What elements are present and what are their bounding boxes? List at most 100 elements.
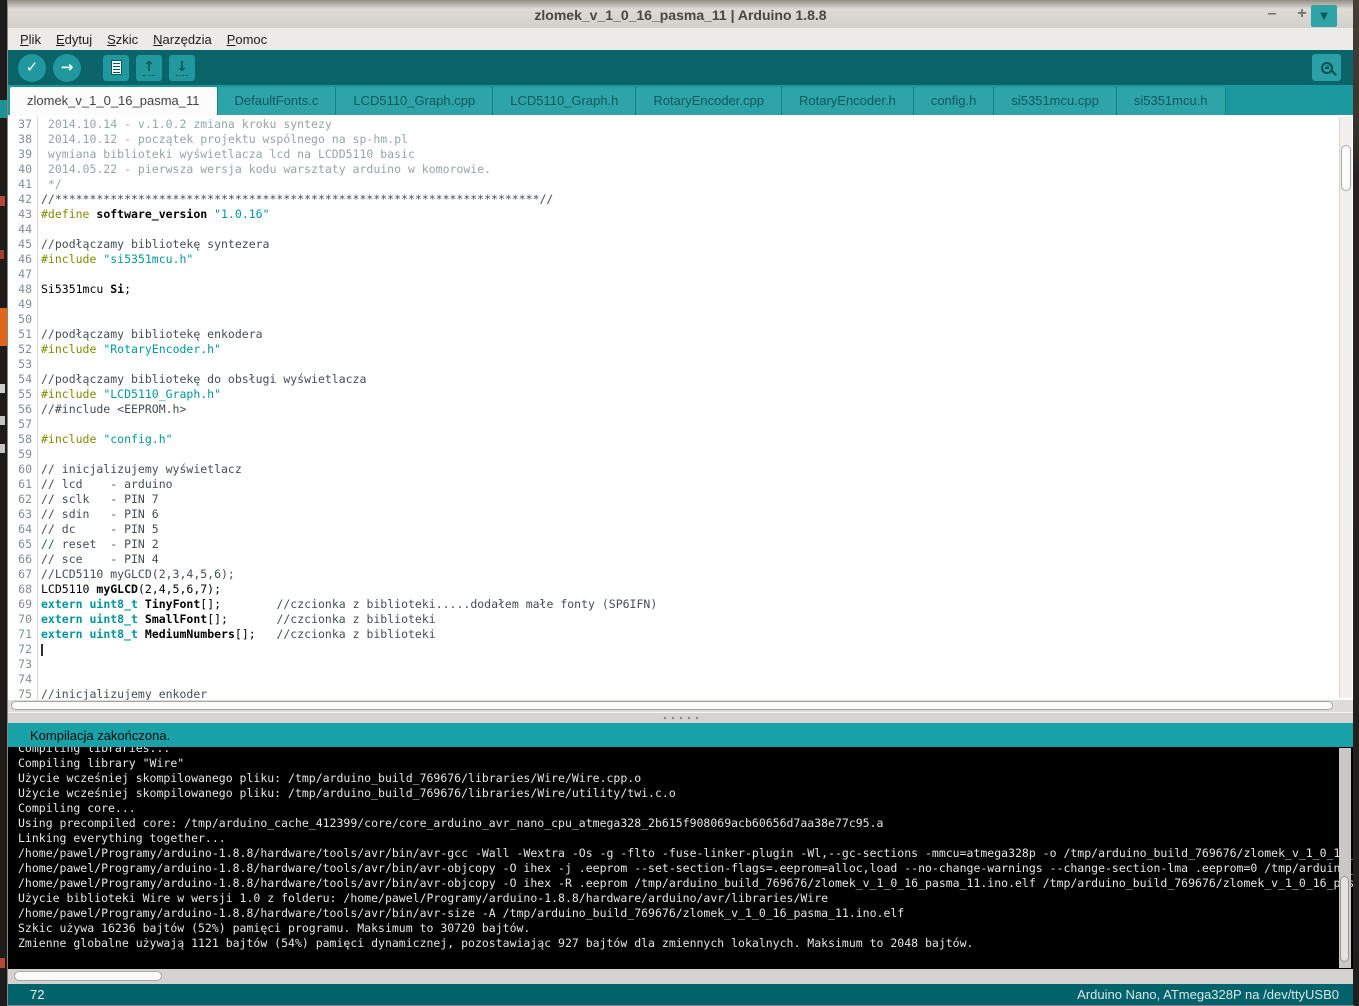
console-line: /home/pawel/Programy/arduino-1.8.8/hardw… (18, 906, 1353, 921)
line-number: 49 (8, 297, 37, 312)
tab-rotaryencoder-h[interactable]: RotaryEncoder.h (782, 87, 914, 115)
code-line: extern uint8_t SmallFont[]; //czcionka z… (41, 612, 1337, 627)
code-line: //podłączamy bibliotekę do obsługi wyświ… (41, 372, 1337, 387)
code-segment: // sdin - PIN 6 (41, 507, 159, 521)
code-line (41, 267, 1337, 282)
tab-zlomek-v-1-0-16-pasma-11[interactable]: zlomek_v_1_0_16_pasma_11 (10, 87, 218, 115)
code-line: // inicjalizujemy wyświetlacz (41, 462, 1337, 477)
console-vertical-scrollbar-thumb[interactable] (1340, 876, 1349, 962)
code-segment: #include (41, 432, 96, 446)
tab-lcd5110-graph-h[interactable]: LCD5110_Graph.h (493, 87, 636, 115)
tab-config-h[interactable]: config.h (914, 87, 995, 115)
code-segment: []; (207, 612, 276, 626)
tab-lcd5110-graph-cpp[interactable]: LCD5110_Graph.cpp (336, 87, 493, 115)
verify-button[interactable]: ✓ (18, 54, 46, 82)
tab-rotaryencoder-cpp[interactable]: RotaryEncoder.cpp (636, 87, 782, 115)
background-window-fragment (0, 416, 5, 425)
code-segment: // lcd - arduino (41, 477, 173, 491)
code-segment: //czcionka z biblioteki.....dodałem małe… (276, 597, 657, 611)
splitter[interactable] (8, 712, 1353, 723)
line-number: 47 (8, 267, 37, 282)
console-line: /home/pawel/Programy/arduino-1.8.8/hardw… (18, 846, 1353, 861)
code-segment: // sclk - PIN 7 (41, 492, 159, 506)
menu-pomoc[interactable]: Pomoc (227, 32, 267, 47)
console-horizontal-scrollbar[interactable] (8, 969, 1353, 984)
code-line: // sdin - PIN 6 (41, 507, 1337, 522)
tab-defaultfonts-c[interactable]: DefaultFonts.c (218, 87, 337, 115)
editor-vertical-scrollbar[interactable] (1339, 117, 1352, 698)
editor-horizontal-scrollbar[interactable] (8, 700, 1353, 712)
code-line: 2014.10.12 - początek projektu wspólnego… (41, 132, 1337, 147)
code-editor[interactable]: 3738394041424344454647484950515253545556… (8, 115, 1353, 700)
line-number: 37 (8, 117, 37, 132)
line-number: 66 (8, 552, 37, 567)
menu-plik[interactable]: Plik (20, 32, 41, 47)
code-line: //#include <EEPROM.h> (41, 402, 1337, 417)
line-number: 64 (8, 522, 37, 537)
code-line: // reset - PIN 2 (41, 537, 1337, 552)
code-line: Si5351mcu Si; (41, 282, 1337, 297)
code-segment: 2014.10.12 - początek projektu wspólnego… (41, 132, 408, 146)
code-segment: Si5351mcu (41, 282, 110, 296)
desktop-left-strip (0, 0, 8, 1005)
minimize-button[interactable]: – (1265, 5, 1279, 23)
editor-vertical-scrollbar-thumb[interactable] (1341, 145, 1351, 191)
code-segment: extern (41, 597, 83, 611)
line-number: 56 (8, 402, 37, 417)
console-horizontal-scrollbar-thumb[interactable] (14, 971, 162, 981)
new-sketch-button[interactable] (103, 55, 129, 81)
code-segment: 2014.10.14 - v.1.0.2 zmiana kroku syntez… (41, 117, 332, 131)
open-button[interactable]: ↑ (136, 55, 162, 81)
code-segment: myGLCD (96, 582, 138, 596)
save-button[interactable]: ↓ (169, 55, 195, 81)
menu-edytuj[interactable]: Edytuj (56, 32, 92, 47)
code-line: // dc - PIN 5 (41, 522, 1337, 537)
menu-szkic[interactable]: Szkic (107, 32, 138, 47)
code-line: //podłączamy bibliotekę syntezera (41, 237, 1337, 252)
code-segment: TinyFont (145, 597, 200, 611)
code-segment: //podłączamy bibliotekę do obsługi wyświ… (41, 372, 366, 386)
code-segment: #include (41, 342, 96, 356)
console-line: Zmienne globalne używają 1121 bajtów (54… (18, 936, 1353, 951)
tab-overflow-button[interactable]: ▼ (1311, 5, 1337, 27)
tab-si5351mcu-h[interactable]: si5351mcu.h (1117, 87, 1226, 115)
console-line: Compiling libraries... (18, 747, 1353, 756)
titlebar[interactable]: zlomek_v_1_0_16_pasma_11 | Arduino 1.8.8… (8, 0, 1353, 28)
line-number: 61 (8, 477, 37, 492)
editor-horizontal-scrollbar-thumb[interactable] (11, 701, 1333, 710)
toolbar-gap (88, 67, 96, 68)
menu-narzedzia[interactable]: Narzędzia (153, 32, 212, 47)
background-window-fragment (0, 196, 5, 206)
serial-monitor-button[interactable] (1312, 54, 1341, 81)
code-segment: // reset - PIN 2 (41, 537, 159, 551)
desktop-right-strip (1353, 0, 1359, 1005)
line-number: 58 (8, 432, 37, 447)
line-number: 53 (8, 357, 37, 372)
console-line: Użycie wcześniej skompilowanego pliku: /… (18, 786, 1353, 801)
tab-bar: zlomek_v_1_0_16_pasma_11DefaultFonts.cLC… (8, 85, 1353, 115)
console-line: Użycie wcześniej skompilowanego pliku: /… (18, 771, 1353, 786)
code-line: #include "LCD5110_Graph.h" (41, 387, 1337, 402)
code-area[interactable]: 2014.10.14 - v.1.0.2 zmiana kroku syntez… (41, 117, 1337, 700)
upload-button[interactable]: → (53, 54, 81, 82)
code-line (41, 417, 1337, 432)
console-line: Szkic używa 16236 bajtów (52%) pamięci p… (18, 921, 1353, 936)
code-segment (138, 597, 145, 611)
line-number: 60 (8, 462, 37, 477)
console-vertical-scrollbar[interactable] (1339, 748, 1351, 968)
tab-si5351mcu-cpp[interactable]: si5351mcu.cpp (994, 87, 1116, 115)
code-segment: "LCD5110_Graph.h" (103, 387, 221, 401)
code-segment (138, 627, 145, 641)
code-line: wymiana biblioteki wyświetlacza lcd na L… (41, 147, 1337, 162)
code-line: #define software_version "1.0.16" (41, 207, 1337, 222)
up-arrow-icon: ↑ (143, 60, 155, 76)
line-number: 45 (8, 237, 37, 252)
code-segment: Si (110, 282, 124, 296)
maximize-button[interactable]: + (1295, 5, 1309, 23)
code-segment: []; (235, 627, 277, 641)
code-segment: //**************************************… (41, 192, 553, 206)
code-segment: extern (41, 627, 83, 641)
code-segment: SmallFont (145, 612, 207, 626)
code-segment: MediumNumbers (145, 627, 235, 641)
down-arrow-icon: ↓ (176, 60, 188, 76)
